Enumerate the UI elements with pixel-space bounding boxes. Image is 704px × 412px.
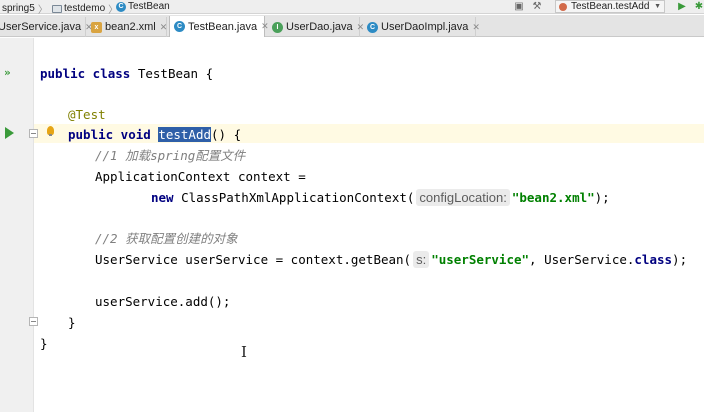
code-text: ApplicationContext context =	[95, 169, 306, 184]
debug-icon[interactable]: ✱	[694, 2, 704, 12]
run-test-icon[interactable]	[5, 127, 14, 139]
navigation-bar: spring5 〉 testdemo 〉 C TestBean ▣ ⚒ TestBe…	[0, 0, 704, 16]
lightbulb-icon[interactable]	[47, 126, 54, 136]
breadcrumb-class[interactable]: C TestBean	[116, 1, 170, 12]
code-line[interactable]: }	[40, 334, 48, 353]
code-line[interactable]: new ClassPathXmlApplicationContext(confi…	[151, 188, 610, 207]
interface-icon: I	[272, 21, 283, 33]
fold-marker-icon[interactable]	[29, 317, 38, 326]
breadcrumb-project[interactable]: spring5 〉	[2, 1, 48, 16]
tab-label: bean2.xml	[105, 21, 156, 33]
keyword: class	[634, 252, 673, 267]
run-configuration-select[interactable]: TestBean.testAdd ▼	[555, 0, 665, 13]
run-icon[interactable]: ▶	[677, 2, 687, 12]
folder-icon	[52, 4, 62, 13]
code-line[interactable]: public void testAdd() {	[68, 125, 241, 144]
code-line[interactable]: @Test	[68, 105, 106, 124]
keyword: public void	[68, 127, 151, 142]
comment: //1 加载spring配置文件	[95, 148, 246, 163]
keyword: public class	[40, 66, 131, 81]
breadcrumb-class-label: TestBean	[128, 1, 170, 12]
code-text: );	[672, 252, 688, 267]
hammer-icon[interactable]: ⚒	[532, 2, 542, 12]
tab-userdao[interactable]: I UserDao.java ✕	[268, 17, 364, 37]
closing-brace: }	[40, 336, 48, 351]
code-text: );	[594, 190, 610, 205]
tab-label: UserDaoImpl.java	[381, 21, 469, 33]
code-line[interactable]: userService.add();	[95, 292, 230, 311]
selected-method-name[interactable]: testAdd	[158, 127, 212, 142]
run-configuration-label: TestBean.testAdd	[571, 1, 650, 12]
method-tail: () {	[211, 127, 242, 142]
tab-label: UserDao.java	[286, 21, 353, 33]
test-config-icon	[559, 2, 567, 11]
tab-testbean[interactable]: C TestBean.java ✕	[169, 16, 269, 37]
run-class-icon[interactable]: »	[4, 66, 11, 79]
code-line[interactable]: }	[68, 313, 76, 332]
mouse-text-cursor-icon: I	[241, 343, 247, 361]
class-name: TestBean {	[130, 66, 214, 81]
class-icon: C	[116, 1, 126, 12]
fold-marker-icon[interactable]	[29, 129, 38, 138]
tab-bean2-xml[interactable]: x bean2.xml ✕	[87, 17, 167, 37]
class-icon: C	[174, 21, 185, 32]
code-text: userService.add();	[95, 294, 231, 309]
close-icon[interactable]: ✕	[472, 22, 480, 33]
code-line[interactable]: UserService userService = context.getBea…	[95, 250, 687, 269]
closing-brace: }	[68, 315, 76, 330]
code-text: UserService userService = context.getBea…	[95, 252, 412, 267]
close-icon[interactable]: ✕	[160, 22, 168, 33]
tab-userdaoimpl[interactable]: C UserDaoImpl.java ✕	[363, 17, 480, 37]
code-line[interactable]: //1 加载spring配置文件	[95, 146, 245, 165]
editor-tabs: UserService.java ✕ x bean2.xml ✕ C TestB…	[0, 15, 704, 37]
code-line[interactable]: //2 获取配置创建的对象	[95, 229, 238, 248]
annotation: @Test	[68, 107, 106, 122]
tab-userservice[interactable]: UserService.java ✕	[0, 17, 93, 37]
tab-label: TestBean.java	[188, 20, 258, 33]
breadcrumb-module[interactable]: testdemo 〉	[52, 1, 118, 16]
editor-gutter[interactable]: »	[0, 38, 34, 412]
string-literal: "bean2.xml"	[511, 190, 595, 205]
parameter-hint: s:	[413, 251, 430, 268]
string-literal: "userService"	[431, 252, 530, 267]
breadcrumb-project-label: spring5	[2, 3, 35, 14]
tab-label: UserService.java	[0, 21, 82, 33]
chevron-down-icon: ▼	[654, 3, 661, 10]
parameter-hint: configLocation:	[416, 189, 510, 206]
code-editor[interactable]: » public class TestBean { @Test public v…	[0, 38, 704, 412]
class-icon: C	[367, 21, 378, 33]
code-text: , UserService.	[529, 252, 635, 267]
code-text: ClassPathXmlApplicationContext(	[173, 190, 415, 205]
keyword: new	[151, 190, 174, 205]
code-line[interactable]: ApplicationContext context =	[95, 167, 306, 186]
comment: //2 获取配置创建的对象	[95, 231, 238, 246]
xml-file-icon: x	[91, 21, 102, 33]
code-line[interactable]: public class TestBean {	[40, 64, 213, 83]
structure-icon[interactable]: ▣	[514, 2, 524, 12]
breadcrumb-module-label: testdemo	[64, 3, 106, 14]
